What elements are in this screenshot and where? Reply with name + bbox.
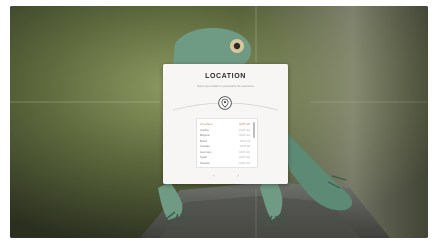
pager: ‹ › — [163, 172, 288, 180]
location-dialog: LOCATION Select your location to persona… — [163, 64, 288, 184]
dialog-subtitle: Select your location to personalize the … — [196, 85, 255, 88]
map-pin-icon — [218, 96, 232, 110]
list-item[interactable]: Brazil GMT-03 — [200, 139, 250, 144]
list-item-name: Anywhere — [200, 122, 213, 126]
list-item-value: GMT+01 — [239, 160, 250, 165]
list-item-value: GMT+01 — [239, 127, 250, 132]
list-item-name: Brazil — [200, 138, 207, 143]
list-item-value: GMT-05 — [239, 144, 250, 148]
list-item[interactable]: Austria GMT+01 — [200, 128, 250, 133]
dialog-title: LOCATION — [205, 73, 246, 80]
list-item[interactable]: Belgium GMT+01 — [200, 133, 250, 138]
list-item[interactable]: Canada GMT-05 — [200, 144, 250, 149]
list-item-value: GMT+01 — [239, 149, 250, 154]
previous-page-button[interactable]: ‹ — [210, 172, 218, 180]
next-page-button[interactable]: › — [234, 172, 242, 180]
list-item-value: GMT-03 — [239, 138, 250, 143]
list-item-value: GMT+01 — [239, 155, 250, 159]
list-item-name: Germany — [200, 149, 212, 154]
list-scrollbar[interactable] — [253, 122, 255, 138]
app-screen: LOCATION Select your location to persona… — [10, 6, 428, 238]
list-item-value: GMT+01 — [239, 133, 250, 137]
list-item[interactable]: Germany GMT+01 — [200, 150, 250, 155]
list-item-name: Belgium — [200, 133, 211, 137]
list-item-name: Spain — [200, 155, 208, 159]
location-list[interactable]: Anywhere GMT+00 Austria GMT+01 Belgium G… — [196, 118, 258, 168]
window-frame: LOCATION Select your location to persona… — [0, 0, 435, 241]
list-item-name: Canada — [200, 144, 210, 148]
list-item-value: GMT+00 — [239, 122, 250, 126]
list-item-name: Sweden — [200, 160, 211, 165]
list-item[interactable]: Sweden GMT+01 — [200, 161, 250, 166]
list-item[interactable]: Anywhere GMT+00 — [200, 122, 250, 127]
list-item[interactable]: Spain GMT+01 — [200, 155, 250, 160]
list-item-name: Austria — [200, 127, 209, 132]
